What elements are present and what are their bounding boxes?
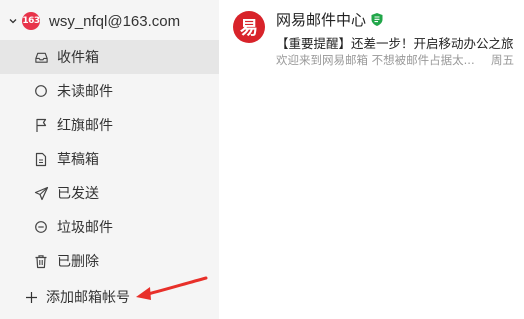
nav-item-label: 未读邮件 bbox=[57, 84, 113, 100]
sender-name: 网易邮件中心 bbox=[276, 11, 367, 29]
account-email: wsy_nfql@163.com bbox=[49, 12, 181, 30]
nav-item-label: 已发送 bbox=[57, 186, 99, 202]
nav-item-label: 收件箱 bbox=[57, 50, 99, 66]
message-preview: 欢迎来到网易邮箱 不想被邮件占据太... bbox=[276, 53, 475, 67]
flag-icon bbox=[33, 117, 49, 133]
nav-item-label: 已删除 bbox=[57, 254, 99, 270]
sidebar: 163 wsy_nfql@163.com 收件箱 未读邮件 红旗邮件 草稿箱 已… bbox=[0, 0, 219, 319]
account-row[interactable]: 163 wsy_nfql@163.com bbox=[0, 0, 219, 42]
nav-item-label: 红旗邮件 bbox=[57, 118, 113, 134]
nav-item-inbox[interactable]: 收件箱 bbox=[0, 40, 219, 74]
message-subject: 【重要提醒】还差一步！开启移动办公之旅 bbox=[276, 36, 514, 51]
account-163-badge-icon: 163 bbox=[22, 12, 40, 30]
trash-icon bbox=[33, 253, 49, 269]
send-paper-plane-icon bbox=[33, 185, 49, 201]
annotation-arrow-icon bbox=[136, 276, 208, 300]
nav-item-flagged[interactable]: 红旗邮件 bbox=[0, 108, 219, 142]
add-account-label: 添加邮箱帐号 bbox=[46, 290, 130, 306]
folder-nav: 收件箱 未读邮件 红旗邮件 草稿箱 已发送 垃圾邮件 已删除 bbox=[0, 40, 219, 278]
message-sender: 网易邮件中心 bbox=[276, 9, 384, 30]
nav-item-drafts[interactable]: 草稿箱 bbox=[0, 142, 219, 176]
chevron-down-icon[interactable] bbox=[4, 16, 22, 26]
inbox-icon bbox=[33, 49, 49, 65]
nav-item-sent[interactable]: 已发送 bbox=[0, 176, 219, 210]
nav-item-label: 草稿箱 bbox=[57, 152, 99, 168]
verified-badge-icon bbox=[370, 12, 384, 27]
sender-avatar: 易 bbox=[233, 11, 265, 43]
unread-circle-icon bbox=[33, 83, 49, 99]
message-date: 周五 bbox=[491, 53, 514, 67]
spam-minus-circle-icon bbox=[33, 219, 49, 235]
mail-app: 163 wsy_nfql@163.com 收件箱 未读邮件 红旗邮件 草稿箱 已… bbox=[0, 0, 524, 319]
message-list: 易 网易邮件中心 【重要提醒】还差一步！开启移动办公之旅 欢迎来到网易邮箱 不想… bbox=[219, 0, 524, 319]
nav-item-spam[interactable]: 垃圾邮件 bbox=[0, 210, 219, 244]
draft-document-icon bbox=[33, 151, 49, 167]
message-item[interactable]: 易 网易邮件中心 【重要提醒】还差一步！开启移动办公之旅 欢迎来到网易邮箱 不想… bbox=[219, 0, 524, 74]
plus-icon bbox=[24, 290, 38, 304]
nav-item-label: 垃圾邮件 bbox=[57, 220, 113, 236]
nav-item-unread[interactable]: 未读邮件 bbox=[0, 74, 219, 108]
